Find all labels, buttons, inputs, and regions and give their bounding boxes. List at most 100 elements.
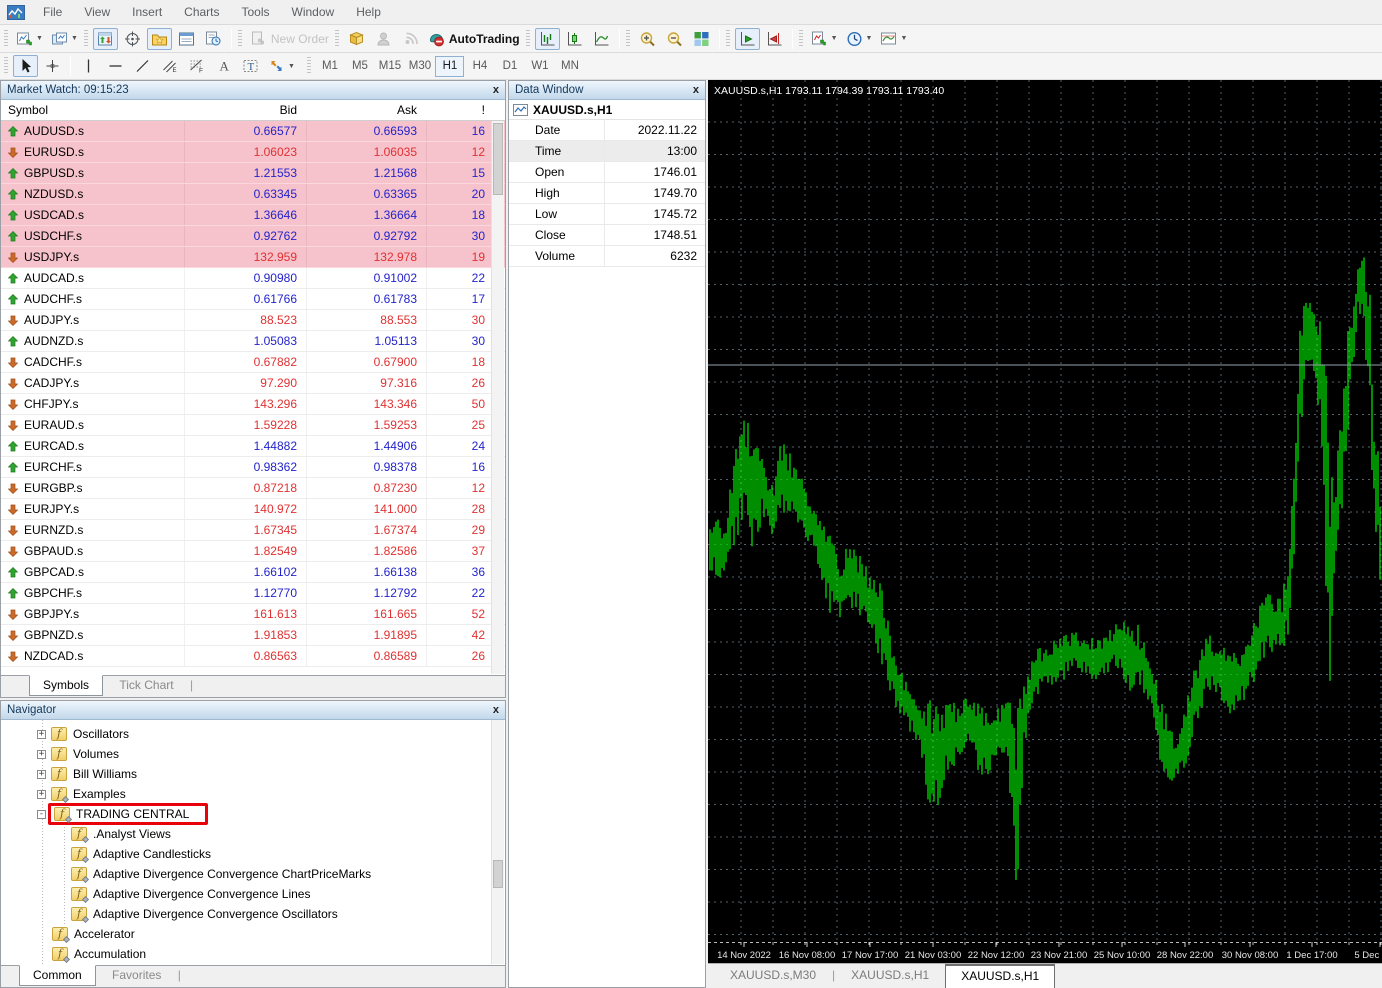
chart-window[interactable]: XAUUSD.s,H1 1793.11 1794.39 1793.11 1793…	[708, 80, 1382, 988]
text-button[interactable]: A	[211, 55, 236, 77]
market-watch-row-chfjpy.s[interactable]: CHFJPY.s143.296143.34650	[1, 394, 505, 415]
tree-item-bill-williams[interactable]: +fBill Williams	[1, 764, 505, 784]
market-watch-row-cadjpy.s[interactable]: CADJPY.s97.29097.31626	[1, 373, 505, 394]
tab-tick-chart[interactable]: Tick Chart	[106, 676, 186, 695]
data-window-row-high[interactable]: High1749.70	[509, 183, 705, 204]
dropdown-arrow-icon[interactable]: ▼	[71, 35, 78, 42]
toolbar-grip[interactable]	[335, 30, 339, 48]
tree-item-volumes[interactable]: +fVolumes	[1, 744, 505, 764]
indicators-button[interactable]: ▼	[808, 28, 841, 50]
timeframe-m15-button[interactable]: M15	[375, 56, 404, 77]
toolbar-grip[interactable]	[4, 30, 8, 48]
market-watch-row-gbpcad.s[interactable]: GBPCAD.s1.661021.6613836	[1, 562, 505, 583]
close-icon[interactable]: x	[493, 704, 499, 716]
tab-symbols[interactable]: Symbols	[29, 675, 103, 696]
menu-help[interactable]: Help	[345, 2, 392, 22]
market-watch-row-usdcad.s[interactable]: USDCAD.s1.366461.3666418	[1, 205, 505, 226]
market-watch-scrollbar[interactable]	[491, 121, 504, 674]
chart-tab-0[interactable]: XAUUSD.s,M30	[714, 964, 832, 986]
market-watch-row-usdchf.s[interactable]: USDCHF.s0.927620.9279230	[1, 226, 505, 247]
line-chart-button[interactable]	[589, 28, 614, 50]
menu-window[interactable]: Window	[281, 2, 346, 22]
chart-tab-2[interactable]: XAUUSD.s,H1	[945, 964, 1055, 988]
tree-item-adaptive-candlesticks[interactable]: fAdaptive Candlesticks	[1, 844, 505, 864]
market-watch-row-nzdcad.s[interactable]: NZDCAD.s0.865630.8658926	[1, 646, 505, 667]
column-header-ask[interactable]: Ask	[306, 103, 426, 117]
toolbar-grip[interactable]	[799, 30, 803, 48]
vline-button[interactable]	[76, 55, 101, 77]
templates-button[interactable]: ▼	[877, 28, 910, 50]
fibonacci-button[interactable]: F	[184, 55, 209, 77]
hline-button[interactable]	[103, 55, 128, 77]
scrollbar-thumb[interactable]	[493, 123, 503, 195]
column-header-symbol[interactable]: Symbol	[1, 103, 184, 117]
market-watch-row-usdjpy.s[interactable]: USDJPY.s132.959132.97819	[1, 247, 505, 268]
tree-item-oscillators[interactable]: +fOscillators	[1, 724, 505, 744]
data-window-row-low[interactable]: Low1745.72	[509, 204, 705, 225]
market-watch-row-gbpusd.s[interactable]: GBPUSD.s1.215531.2156815	[1, 163, 505, 184]
tree-item-examples[interactable]: +fExamples	[1, 784, 505, 804]
market-watch-row-cadchf.s[interactable]: CADCHF.s0.678820.6790018	[1, 352, 505, 373]
bar-chart-button[interactable]	[535, 28, 560, 50]
timeframe-m1-button[interactable]: M1	[315, 56, 344, 77]
dropdown-arrow-icon[interactable]: ▼	[36, 35, 43, 42]
toolbar-grip[interactable]	[626, 30, 630, 48]
toolbar-grip[interactable]	[307, 57, 311, 75]
menu-tools[interactable]: Tools	[231, 2, 281, 22]
market-watch-row-gbpaud.s[interactable]: GBPAUD.s1.825491.8258637	[1, 541, 505, 562]
dropdown-arrow-icon[interactable]: ▼	[900, 35, 907, 42]
data-window-row-close[interactable]: Close1748.51	[509, 225, 705, 246]
market-watch-row-audchf.s[interactable]: AUDCHF.s0.617660.6178317	[1, 289, 505, 310]
market-watch-row-audusd.s[interactable]: AUDUSD.s0.665770.6659316	[1, 121, 505, 142]
terminal-button[interactable]	[174, 28, 199, 50]
tree-item-adaptive-divergence-convergence-chartpricemarks[interactable]: fAdaptive Divergence Convergence ChartPr…	[1, 864, 505, 884]
timeframe-m5-button[interactable]: M5	[345, 56, 374, 77]
market-watch-row-gbpnzd.s[interactable]: GBPNZD.s1.918531.9189542	[1, 625, 505, 646]
toolbar-grip[interactable]	[526, 30, 530, 48]
timeframe-h4-button[interactable]: H4	[465, 56, 494, 77]
tab-common[interactable]: Common	[19, 965, 96, 986]
market-watch-row-eurcad.s[interactable]: EURCAD.s1.448821.4490624	[1, 436, 505, 457]
strategy-tester-button[interactable]	[201, 28, 226, 50]
price-chart[interactable]: XAUUSD.s,H1 1793.11 1794.39 1793.11 1793…	[708, 80, 1382, 963]
dropdown-arrow-icon[interactable]: ▼	[831, 35, 838, 42]
profiles-button[interactable]: ▼	[48, 28, 81, 50]
market-watch-row-euraud.s[interactable]: EURAUD.s1.592281.5925325	[1, 415, 505, 436]
navigator-scrollbar[interactable]	[491, 720, 504, 964]
text-label-button[interactable]: T	[238, 55, 263, 77]
menu-view[interactable]: View	[73, 2, 121, 22]
new-order-button[interactable]: New Order	[247, 28, 332, 50]
expand-icon[interactable]: +	[37, 750, 46, 759]
tree-item-adaptive-divergence-convergence-oscillators[interactable]: fAdaptive Divergence Convergence Oscilla…	[1, 904, 505, 924]
market-watch-row-nzdusd.s[interactable]: NZDUSD.s0.633450.6336520	[1, 184, 505, 205]
scrollbar-thumb[interactable]	[493, 860, 503, 888]
market-watch-row-eurusd.s[interactable]: EURUSD.s1.060231.0603512	[1, 142, 505, 163]
tree-item-accumulation[interactable]: fAccumulation	[1, 944, 505, 964]
expand-icon[interactable]: +	[37, 790, 46, 799]
market-watch-row-eurgbp.s[interactable]: EURGBP.s0.872180.8723012	[1, 478, 505, 499]
collapse-icon[interactable]: -	[37, 810, 46, 819]
dropdown-arrow-icon[interactable]: ▼	[866, 35, 873, 42]
tree-item-adaptive-divergence-convergence-lines[interactable]: fAdaptive Divergence Convergence Lines	[1, 884, 505, 904]
market-watch-row-gbpchf.s[interactable]: GBPCHF.s1.127701.1279222	[1, 583, 505, 604]
column-header-bid[interactable]: Bid	[184, 103, 306, 117]
data-window-row-volume[interactable]: Volume6232	[509, 246, 705, 267]
zoom-in-button[interactable]	[635, 28, 660, 50]
market-watch-row-audjpy.s[interactable]: AUDJPY.s88.52388.55330	[1, 310, 505, 331]
metaeditor-button[interactable]	[344, 28, 369, 50]
tile-windows-button[interactable]	[689, 28, 714, 50]
menu-insert[interactable]: Insert	[121, 2, 173, 22]
signals-button[interactable]	[398, 28, 423, 50]
menu-charts[interactable]: Charts	[173, 2, 230, 22]
toolbar-grip[interactable]	[726, 30, 730, 48]
tree-item-accelerator[interactable]: fAccelerator	[1, 924, 505, 944]
periods-button[interactable]: ▼	[843, 28, 876, 50]
cursor-button[interactable]	[13, 55, 38, 77]
trendline-button[interactable]	[130, 55, 155, 77]
market-watch-row-audnzd.s[interactable]: AUDNZD.s1.050831.0511330	[1, 331, 505, 352]
toolbar-grip[interactable]	[4, 57, 8, 75]
timeframe-d1-button[interactable]: D1	[495, 56, 524, 77]
tab-favorites[interactable]: Favorites	[99, 966, 174, 985]
toolbar-grip[interactable]	[238, 30, 242, 48]
zoom-out-button[interactable]	[662, 28, 687, 50]
